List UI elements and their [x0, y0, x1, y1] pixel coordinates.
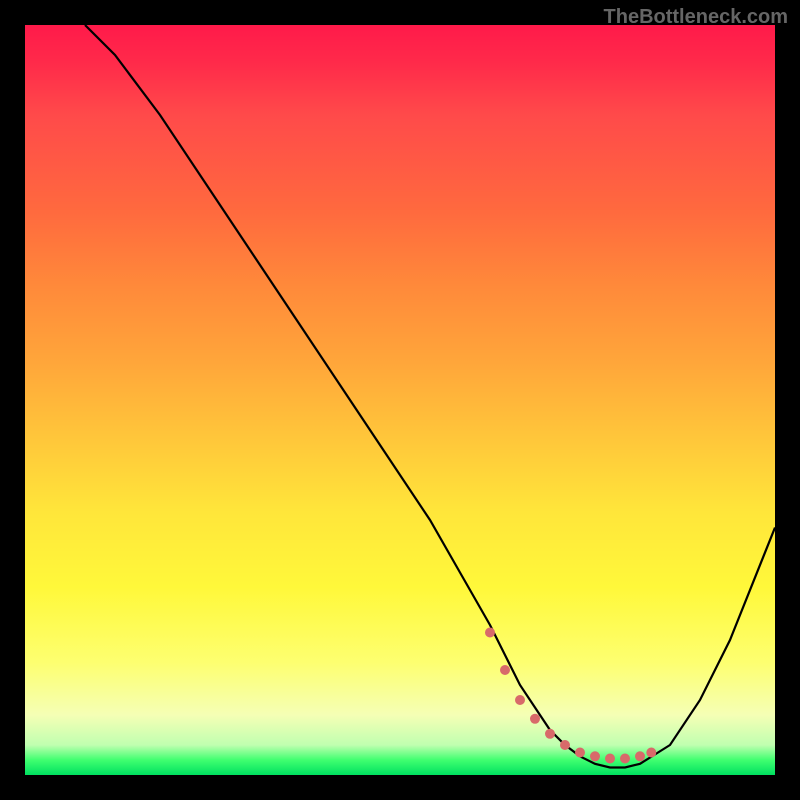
curve-markers: [485, 628, 656, 764]
chart-svg: [25, 25, 775, 775]
marker-dot: [620, 754, 630, 764]
marker-dot: [575, 748, 585, 758]
marker-dot: [515, 695, 525, 705]
watermark-text: TheBottleneck.com: [604, 6, 788, 29]
marker-dot: [646, 748, 656, 758]
marker-dot: [605, 754, 615, 764]
marker-dot: [530, 714, 540, 724]
marker-dot: [485, 628, 495, 638]
marker-dot: [590, 751, 600, 761]
bottleneck-curve: [85, 25, 775, 768]
marker-dot: [560, 740, 570, 750]
marker-dot: [635, 751, 645, 761]
marker-dot: [500, 665, 510, 675]
chart-container: TheBottleneck.com: [0, 0, 800, 800]
marker-dot: [545, 729, 555, 739]
plot-area: [25, 25, 775, 775]
